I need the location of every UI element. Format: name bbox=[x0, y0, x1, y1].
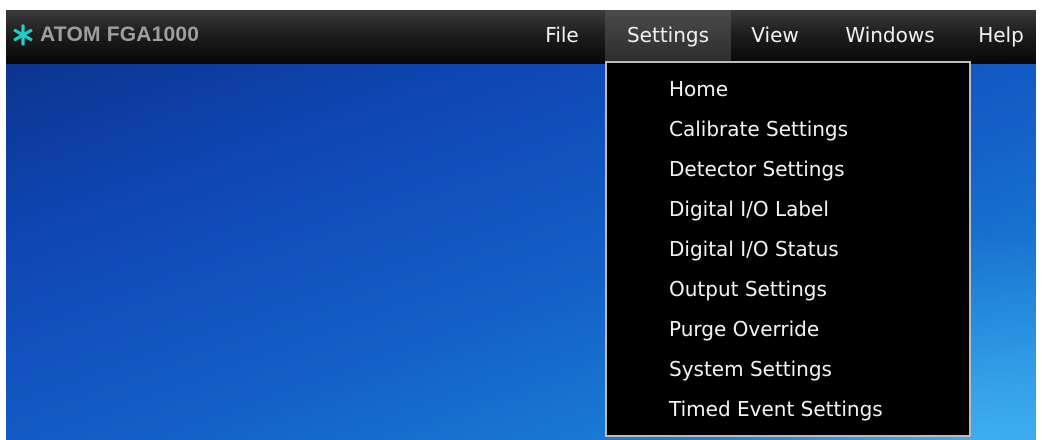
snowflake-logo-icon bbox=[13, 24, 33, 46]
dropdown-item-digital-io-label[interactable]: Digital I/O Label bbox=[669, 189, 829, 229]
dropdown-item-home[interactable]: Home bbox=[669, 69, 728, 109]
dropdown-item-system-settings[interactable]: System Settings bbox=[669, 349, 832, 389]
desktop-background: ATOM FGA1000 File Settings View Windows … bbox=[6, 10, 1036, 440]
dropdown-item-digital-io-status[interactable]: Digital I/O Status bbox=[669, 229, 839, 269]
dropdown-item-detector-settings[interactable]: Detector Settings bbox=[669, 149, 845, 189]
menu-file-label: File bbox=[545, 23, 579, 47]
menu-help[interactable]: Help bbox=[970, 10, 1032, 64]
menu-settings-label: Settings bbox=[626, 23, 710, 47]
menu-view[interactable]: View bbox=[738, 10, 812, 64]
menu-windows[interactable]: Windows bbox=[830, 10, 950, 64]
screen: ATOM FGA1000 File Settings View Windows … bbox=[0, 0, 1042, 440]
menu-settings[interactable]: Settings bbox=[605, 10, 731, 64]
dropdown-item-calibrate-settings[interactable]: Calibrate Settings bbox=[669, 109, 848, 149]
menu-bar: ATOM FGA1000 File Settings View Windows … bbox=[6, 10, 1036, 64]
dropdown-item-output-settings[interactable]: Output Settings bbox=[669, 269, 827, 309]
dropdown-item-purge-override[interactable]: Purge Override bbox=[669, 309, 819, 349]
menu-help-label: Help bbox=[978, 23, 1024, 47]
settings-dropdown-menu: Home Calibrate Settings Detector Setting… bbox=[605, 61, 971, 437]
menu-view-label: View bbox=[751, 23, 799, 47]
dropdown-item-timed-event-settings[interactable]: Timed Event Settings bbox=[669, 389, 883, 429]
menu-windows-label: Windows bbox=[845, 23, 935, 47]
menu-file[interactable]: File bbox=[532, 10, 592, 64]
app-title: ATOM FGA1000 bbox=[40, 23, 200, 46]
